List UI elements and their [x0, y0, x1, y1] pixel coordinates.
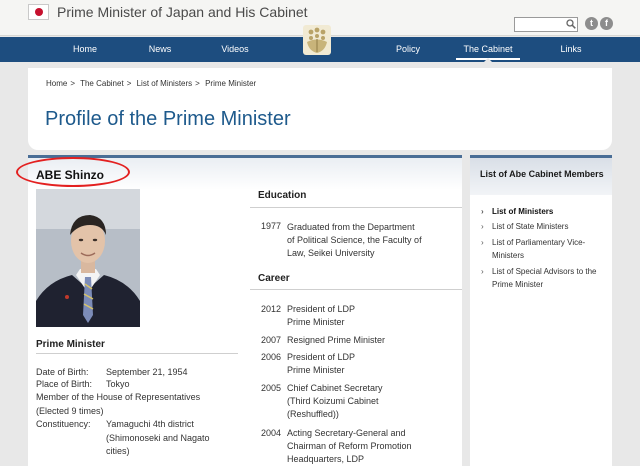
education-text: Graduated from the Department of Politic…	[287, 221, 457, 260]
page-header-card: Home > The Cabinet > List of Ministers > Pr…	[28, 68, 612, 150]
breadcrumb-separator: >	[195, 79, 200, 88]
pm-portrait-photo	[36, 189, 140, 327]
chevron-right-icon: ›	[481, 267, 484, 276]
nav-news[interactable]: News	[138, 37, 182, 62]
career-entry: President of LDP Prime Minister	[287, 303, 457, 329]
breadcrumb-separator: >	[126, 79, 132, 88]
bio-member-line: Member of the House of Representatives	[36, 392, 201, 402]
career-line: Resigned Prime Minister	[287, 335, 386, 345]
cabinet-members-sidebar: List of Abe Cabinet Members › List of Mi…	[470, 155, 612, 466]
site-title[interactable]: Prime Minister of Japan and His Cabinet	[57, 4, 308, 20]
bio-place-of-birth: Place of Birth: Tokyo	[36, 379, 130, 390]
sidebar-link-label: List of State Ministers	[492, 222, 569, 231]
career-year: 2012	[261, 304, 282, 314]
sidebar-title: List of Abe Cabinet Members	[480, 169, 604, 179]
sidebar-link-state-ministers[interactable]: › List of State Ministers	[481, 220, 608, 233]
facebook-icon[interactable]: f	[600, 17, 613, 30]
breadcrumb-the-cabinet[interactable]: The Cabinet	[80, 79, 124, 88]
career-line: President of LDP	[287, 352, 356, 362]
japan-flag-icon	[28, 4, 49, 20]
career-entry: Acting Secretary-General and Chairman of…	[287, 427, 457, 466]
career-line: Chief Cabinet Secretary	[287, 383, 383, 393]
chevron-right-icon: ›	[481, 207, 484, 216]
career-line: President of LDP	[287, 304, 356, 314]
flag-sun	[35, 8, 43, 16]
career-line: (Reshuffled))	[287, 409, 339, 419]
nav-videos[interactable]: Videos	[212, 37, 258, 62]
government-emblem-icon[interactable]	[303, 25, 331, 55]
education-year: 1977	[261, 221, 282, 231]
sidebar-link-special-advisors[interactable]: › List of Special Advisors to the Prime …	[481, 265, 608, 291]
career-heading: Career	[258, 273, 290, 284]
education-line: Graduated from the Department	[287, 222, 415, 232]
sidebar-link-label: List of Parliamentary Vice-Ministers	[492, 238, 586, 260]
career-entry: Chief Cabinet Secretary (Third Koizumi C…	[287, 382, 457, 421]
career-line: Acting Secretary-General and	[287, 428, 406, 438]
sidebar-link-label: List of Special Advisors to the Prime Mi…	[492, 267, 597, 289]
breadcrumb-prime-minister: Prime Minister	[205, 79, 257, 88]
twitter-icon[interactable]: t	[585, 17, 598, 30]
bio-constituency: Constituency: Yamaguchi 4th district	[36, 419, 194, 430]
career-entry: Resigned Prime Minister	[287, 334, 457, 347]
constituency-label: Constituency:	[36, 419, 91, 429]
constituency-value: Yamaguchi 4th district	[106, 419, 194, 429]
career-year: 2004	[261, 428, 282, 438]
bio-date-of-birth: Date of Birth: September 21, 1954	[36, 367, 188, 378]
portrait-illustration	[36, 189, 140, 327]
career-year: 2007	[261, 335, 282, 345]
pob-value: Tokyo	[106, 379, 130, 389]
breadcrumb-list-of-ministers[interactable]: List of Ministers	[137, 79, 193, 88]
dob-value: September 21, 1954	[106, 367, 188, 377]
sidebar-header: List of Abe Cabinet Members	[470, 155, 612, 195]
career-line: Headquarters, LDP	[287, 454, 365, 464]
career-year: 2005	[261, 383, 282, 393]
education-line: of Political Science, the Faculty of	[287, 235, 422, 245]
breadcrumb-home[interactable]: Home	[46, 79, 67, 88]
nav-home[interactable]: Home	[62, 37, 108, 62]
sidebar-link-label: List of Ministers	[492, 207, 554, 216]
constituency-value-line2: (Shimonoseki and Nagato	[106, 433, 210, 443]
career-year: 2006	[261, 352, 282, 362]
divider	[36, 353, 238, 354]
education-line: Law, Seikei University	[287, 248, 375, 258]
constituency-value-line3: cities)	[106, 446, 130, 456]
active-nav-notch	[484, 58, 492, 62]
divider	[250, 289, 462, 290]
page-title: Profile of the Prime Minister	[45, 108, 291, 130]
sidebar-link-parliamentary-vice-ministers[interactable]: › List of Parliamentary Vice-Ministers	[481, 236, 608, 262]
pob-label: Place of Birth:	[36, 379, 93, 389]
dob-label: Date of Birth:	[36, 367, 89, 377]
nav-policy[interactable]: Policy	[386, 37, 430, 62]
breadcrumb-separator: >	[70, 79, 76, 88]
search-input[interactable]	[514, 17, 578, 32]
career-line: (Third Koizumi Cabinet	[287, 396, 379, 406]
career-line: Prime Minister	[287, 317, 345, 327]
chevron-right-icon: ›	[481, 222, 484, 231]
divider	[250, 207, 462, 208]
sidebar-link-list-of-ministers[interactable]: › List of Ministers	[481, 205, 608, 218]
red-annotation-circle	[16, 157, 130, 187]
profile-content: ABE Shinzo Prime Minister Date of Birth:…	[16, 155, 462, 466]
education-heading: Education	[258, 190, 307, 201]
search-icon[interactable]	[566, 19, 576, 29]
career-line: Chairman of Reform Promotion	[287, 441, 412, 451]
bio-elected-line: (Elected 9 times)	[36, 406, 104, 416]
pm-role: Prime Minister	[36, 339, 105, 350]
career-line: Prime Minister	[287, 365, 345, 375]
breadcrumb: Home > The Cabinet > List of Ministers > Pr…	[46, 79, 256, 88]
nav-links[interactable]: Links	[550, 37, 592, 62]
career-entry: President of LDP Prime Minister	[287, 351, 457, 377]
chevron-right-icon: ›	[481, 238, 484, 247]
